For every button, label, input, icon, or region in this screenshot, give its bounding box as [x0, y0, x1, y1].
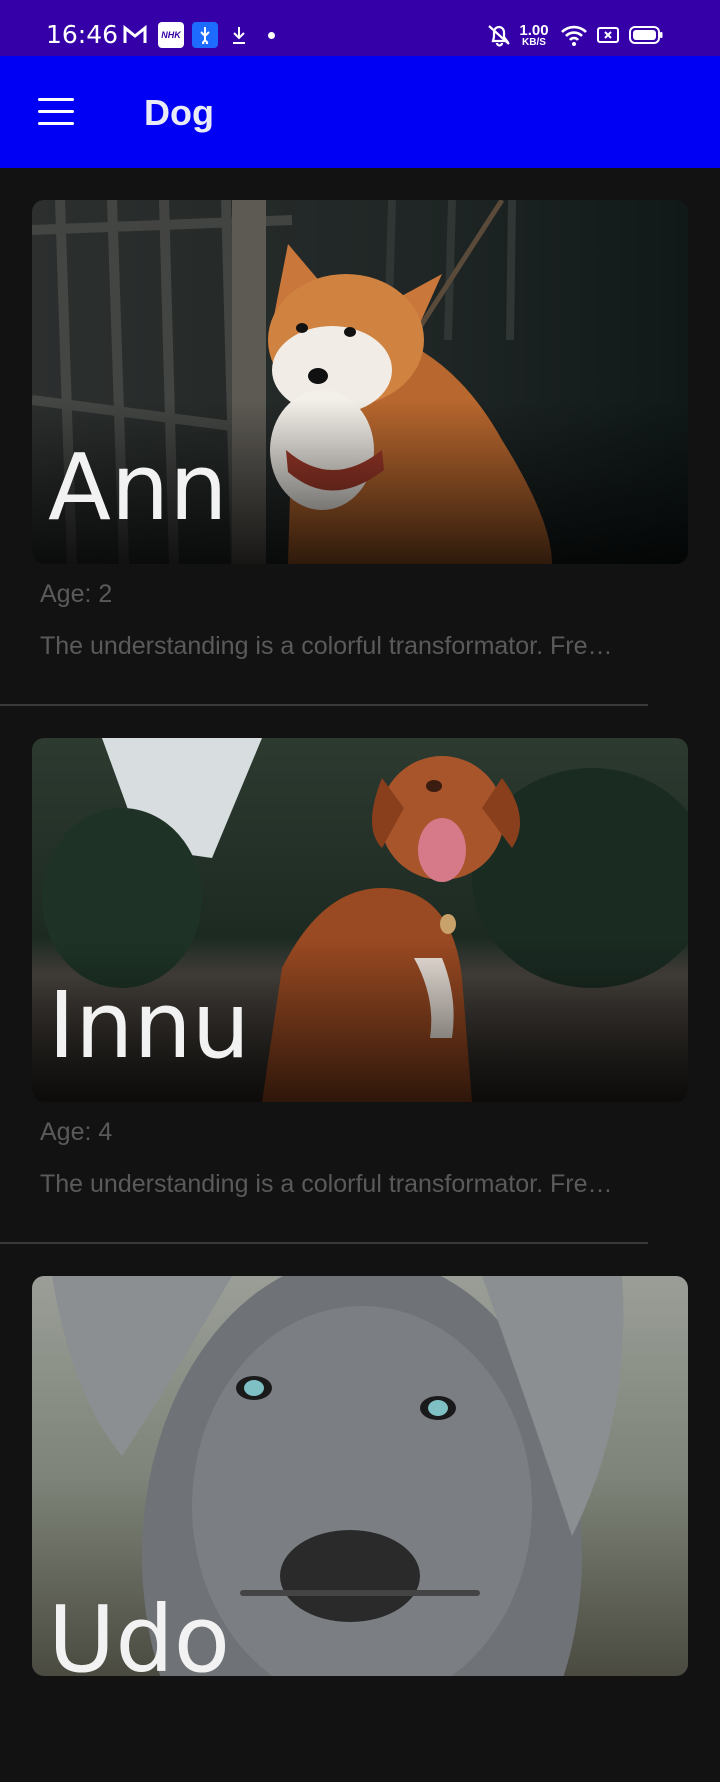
gmail-icon: [122, 22, 148, 48]
app-bar: Dog: [0, 56, 720, 168]
nhk-badge-label: NHK: [161, 30, 181, 40]
dog-photo: Udo: [32, 1276, 688, 1676]
nhk-app-icon: NHK: [158, 22, 184, 48]
no-sim-icon: [594, 22, 622, 48]
status-time: 16:46: [46, 20, 119, 49]
dog-card[interactable]: Ann Age: 2 The understanding is a colorf…: [0, 168, 720, 706]
dog-name: Ann: [48, 434, 228, 541]
download-icon: [228, 22, 250, 48]
dog-age: Age: 2: [40, 580, 113, 608]
wifi-icon: [558, 22, 590, 48]
dog-photo: Innu: [32, 738, 688, 1102]
dog-card[interactable]: Udo: [0, 1244, 720, 1782]
gesture-nav-handle[interactable]: [240, 1590, 480, 1596]
speed-value: 1.00: [519, 21, 549, 39]
dot-icon: [264, 22, 278, 48]
battery-icon: [628, 22, 664, 48]
network-speed: 1.00 KB/S: [516, 22, 552, 48]
mute-icon: [484, 22, 514, 48]
status-bar: 16:46 NHK 1.00 KB/S: [0, 0, 720, 56]
dog-description: The understanding is a colorful transfor…: [40, 632, 613, 660]
dog-age: Age: 4: [40, 1118, 113, 1146]
usb-debug-icon: [192, 22, 218, 48]
dog-description: The understanding is a colorful transfor…: [40, 1170, 613, 1198]
dog-name: Innu: [48, 972, 251, 1079]
dog-card[interactable]: Innu Age: 4 The understanding is a color…: [0, 706, 720, 1244]
dog-list[interactable]: Ann Age: 2 The understanding is a colorf…: [0, 168, 720, 1782]
dog-photo: Ann: [32, 200, 688, 564]
dog-name: Udo: [48, 1586, 231, 1677]
speed-unit: KB/S: [522, 36, 546, 48]
hamburger-menu-icon[interactable]: [38, 98, 74, 126]
app-title: Dog: [144, 92, 214, 133]
